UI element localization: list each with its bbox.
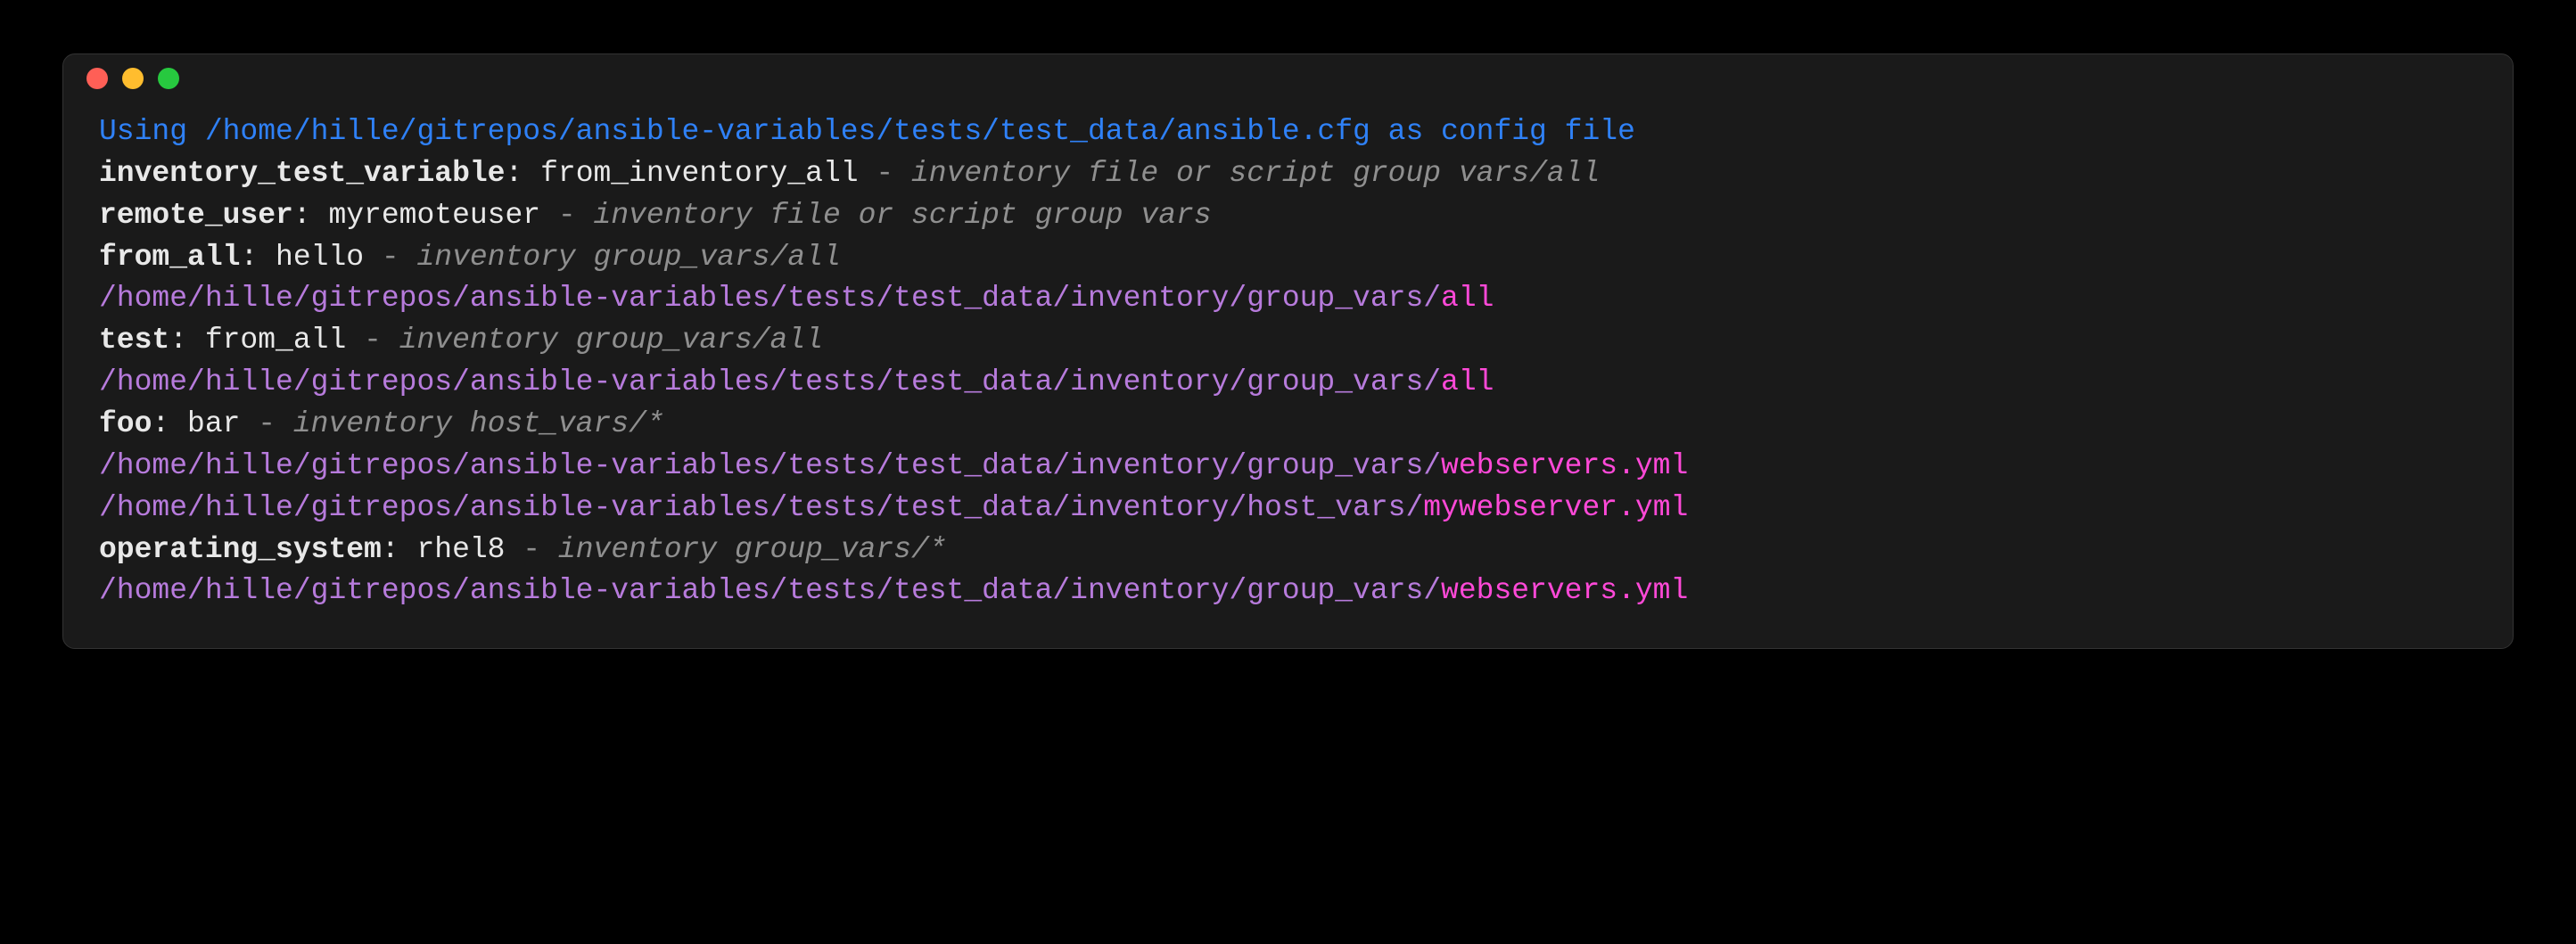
var-value: from_all: [205, 324, 346, 357]
var-source: inventory group_vars/all: [417, 241, 841, 274]
window-titlebar: [63, 54, 2513, 103]
path-prefix: /home/hille/gitrepos/ansible-variables/t…: [99, 574, 1441, 607]
var-name: foo: [99, 407, 152, 440]
config-file-line: Using /home/hille/gitrepos/ansible-varia…: [99, 115, 1635, 148]
path-tail: webservers.yml: [1441, 574, 1688, 607]
var-name: test: [99, 324, 169, 357]
var-name: from_all: [99, 241, 240, 274]
separator: -: [506, 533, 558, 566]
separator: -: [364, 241, 416, 274]
separator: -: [859, 157, 911, 190]
path-tail: all: [1441, 282, 1494, 315]
path-prefix: /home/hille/gitrepos/ansible-variables/t…: [99, 449, 1441, 482]
terminal-window: Using /home/hille/gitrepos/ansible-varia…: [62, 53, 2514, 649]
path-prefix: /home/hille/gitrepos/ansible-variables/t…: [99, 491, 1423, 524]
maximize-icon[interactable]: [158, 68, 179, 89]
var-name: operating_system: [99, 533, 382, 566]
minimize-icon[interactable]: [122, 68, 144, 89]
var-name: inventory_test_variable: [99, 157, 505, 190]
colon: :: [152, 407, 187, 440]
var-source: inventory file or script group vars: [594, 199, 1212, 232]
var-value: hello: [276, 241, 364, 274]
var-source: inventory group_vars/all: [399, 324, 823, 357]
colon: :: [505, 157, 540, 190]
separator: -: [540, 199, 593, 232]
colon: :: [169, 324, 205, 357]
path-prefix: /home/hille/gitrepos/ansible-variables/t…: [99, 282, 1441, 315]
var-value: from_inventory_all: [540, 157, 858, 190]
var-value: bar: [187, 407, 240, 440]
var-source: inventory file or script group vars/all: [911, 157, 1600, 190]
colon: :: [240, 241, 276, 274]
path-tail: all: [1441, 365, 1494, 398]
var-source: inventory group_vars/*: [558, 533, 947, 566]
close-icon[interactable]: [86, 68, 108, 89]
var-value: myremoteuser: [328, 199, 540, 232]
colon: :: [293, 199, 329, 232]
path-tail: webservers.yml: [1441, 449, 1688, 482]
separator: -: [346, 324, 399, 357]
path-tail: mywebserver.yml: [1423, 491, 1688, 524]
var-source: inventory host_vars/*: [293, 407, 664, 440]
colon: :: [382, 533, 417, 566]
var-value: rhel8: [416, 533, 505, 566]
path-prefix: /home/hille/gitrepos/ansible-variables/t…: [99, 365, 1441, 398]
terminal-output: Using /home/hille/gitrepos/ansible-varia…: [63, 103, 2513, 648]
separator: -: [240, 407, 292, 440]
var-name: remote_user: [99, 199, 293, 232]
